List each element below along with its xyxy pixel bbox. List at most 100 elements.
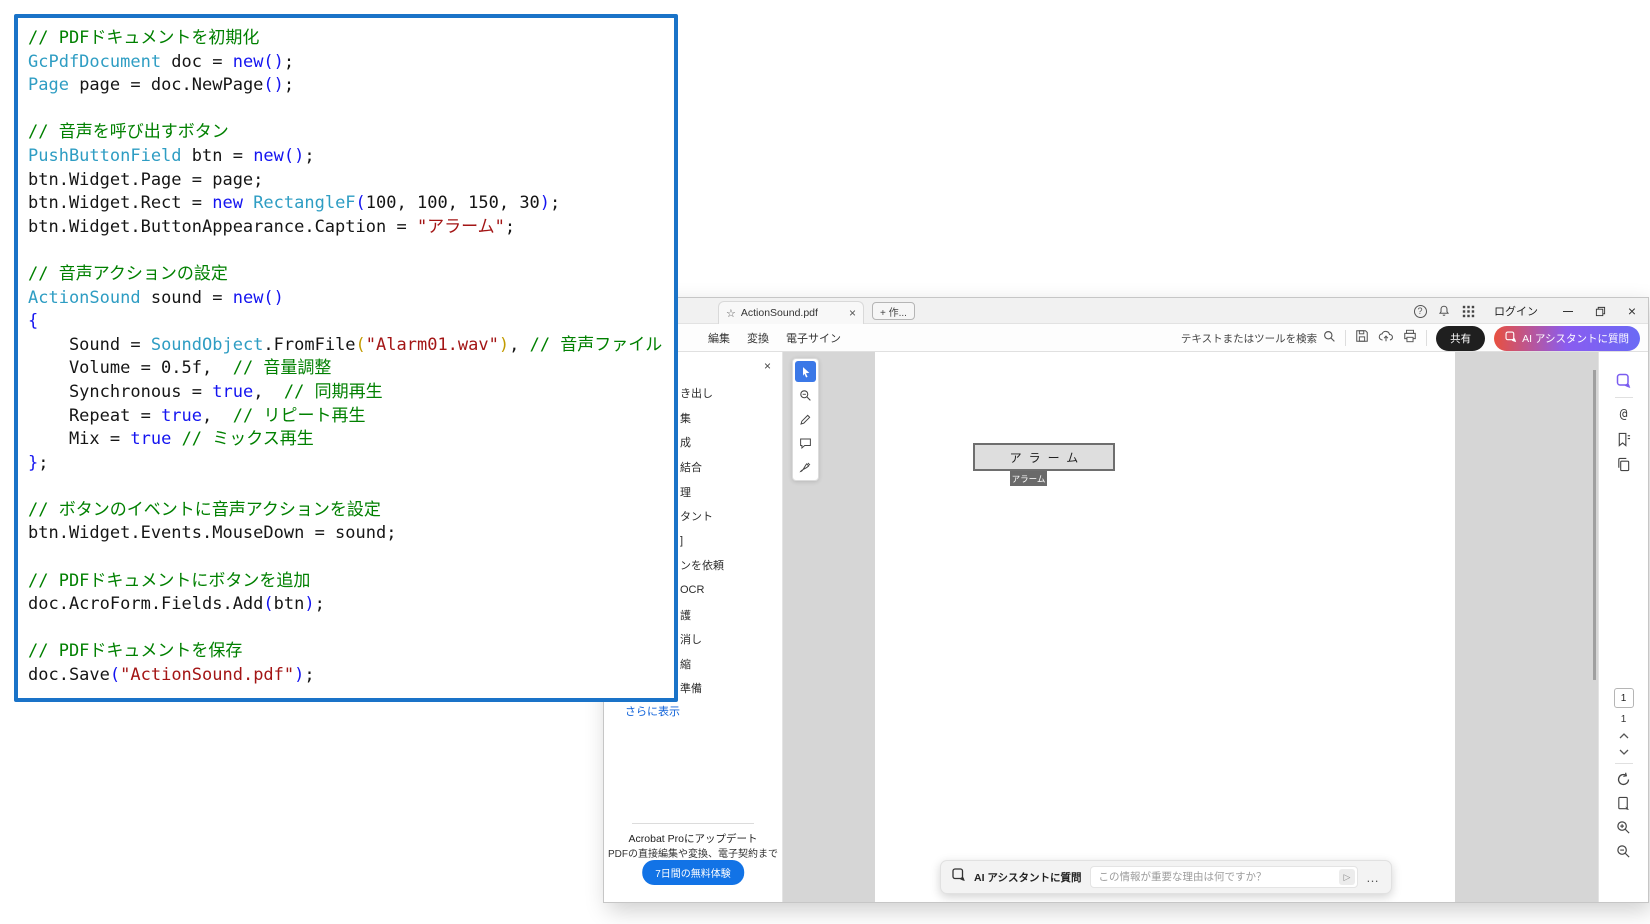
login-button[interactable]: ログイン — [1480, 303, 1552, 319]
code-line: PushButtonField btn = new(); — [28, 145, 670, 169]
window-body: × き出し集成結合理タント]ンを依頼OCR護消し縮準備 さらに表示 Acroba… — [604, 352, 1648, 902]
pen-tool[interactable] — [795, 409, 816, 430]
print-icon[interactable] — [1403, 329, 1417, 348]
page-thumbnails-icon[interactable] — [1615, 455, 1633, 473]
free-trial-button[interactable]: 7日間の無料体験 — [642, 860, 744, 885]
restore-button[interactable] — [1584, 298, 1616, 324]
code-line: Sound = SoundObject.FromFile("Alarm01.wa… — [28, 334, 670, 358]
tool-item[interactable]: 護 — [680, 602, 780, 627]
tool-item[interactable]: 結合 — [680, 455, 780, 480]
tool-item[interactable]: ] — [680, 529, 780, 554]
search-label: テキストまたはツールを検索 — [1181, 331, 1317, 346]
pdf-alarm-button[interactable]: アラーム — [973, 443, 1115, 471]
ai-sparkle-icon — [1505, 331, 1517, 346]
ai-assistant-button[interactable]: AI アシスタントに質問 — [1494, 326, 1640, 351]
search-icon — [1323, 330, 1336, 346]
notifications-bell-icon[interactable] — [1432, 298, 1456, 324]
bookmarks-icon[interactable] — [1615, 430, 1633, 448]
divider — [1345, 330, 1346, 346]
code-line: btn.Widget.Page = page; — [28, 169, 670, 193]
minimize-button[interactable] — [1552, 298, 1584, 324]
upsell-subtitle: PDFの直接編集や変換、電子契約まで — [604, 845, 782, 860]
code-line: Page page = doc.NewPage(); — [28, 74, 670, 98]
save-icon[interactable] — [1355, 329, 1369, 348]
star-icon[interactable]: ☆ — [726, 307, 736, 320]
help-icon[interactable]: ? — [1408, 298, 1432, 324]
rail-top-group: @ — [1599, 372, 1648, 473]
page-export-icon[interactable] — [1615, 794, 1633, 812]
tool-item[interactable]: タント — [680, 504, 780, 529]
next-page-icon[interactable] — [1615, 747, 1633, 757]
menu-item-0[interactable]: 編集 — [708, 330, 730, 346]
code-line — [28, 239, 670, 263]
desktop: ☆ ActionSound.pdf × + 作... ? ログイン × — [0, 0, 1650, 924]
code-line: btn.Widget.Rect = new RectangleF(100, 10… — [28, 192, 670, 216]
code-snippet-overlay: // PDFドキュメントを初期化GcPdfDocument doc = new(… — [14, 14, 678, 702]
ai-assistant-panel-icon[interactable] — [1615, 372, 1633, 390]
code-line: btn.Widget.Events.MouseDown = sound; — [28, 522, 670, 546]
ai-assistant-bar: AI アシスタントに質問 ▷ … — [940, 860, 1392, 894]
tool-item[interactable]: 集 — [680, 406, 780, 431]
zoom-tool[interactable] — [795, 385, 816, 406]
previous-page-icon[interactable] — [1615, 731, 1633, 741]
tool-item[interactable]: ンを依頼 — [680, 553, 780, 578]
document-area: アラーム アラーム — [783, 352, 1598, 902]
code-line: Synchronous = true, // 同期再生 — [28, 381, 670, 405]
vertical-scrollbar[interactable] — [1593, 370, 1596, 680]
ai-bar-more-button[interactable]: … — [1366, 870, 1380, 885]
show-more-link[interactable]: さらに表示 — [625, 703, 680, 719]
menu-item-1[interactable]: 変換 — [747, 330, 769, 346]
code-line — [28, 617, 670, 641]
tool-item[interactable]: 成 — [680, 430, 780, 455]
code-line: }; — [28, 452, 670, 476]
tool-item[interactable]: 縮 — [680, 652, 780, 677]
tab-title: ActionSound.pdf — [741, 307, 818, 319]
tool-item[interactable]: き出し — [680, 381, 780, 406]
close-button[interactable]: × — [1616, 298, 1648, 324]
zoom-out-icon[interactable] — [1615, 842, 1633, 860]
divider — [632, 823, 754, 824]
rail-bottom-group: 1 1 — [1599, 688, 1648, 860]
document-tab[interactable]: ☆ ActionSound.pdf × — [718, 301, 864, 324]
new-tab-button[interactable]: + 作... — [872, 302, 915, 320]
ai-bar-label: AI アシスタントに質問 — [974, 870, 1082, 885]
select-tool[interactable] — [795, 361, 816, 382]
comments-icon[interactable]: @ — [1615, 405, 1633, 423]
code-line — [28, 98, 670, 122]
panel-close-icon[interactable]: × — [764, 360, 771, 372]
tool-item[interactable]: 理 — [680, 479, 780, 504]
divider — [1615, 763, 1633, 764]
pdf-button-tooltip: アラーム — [1010, 471, 1047, 486]
code-line: // 音声アクションの設定 — [28, 263, 670, 287]
code-line: ActionSound sound = new() — [28, 287, 670, 311]
tool-item[interactable]: 準備 — [680, 676, 780, 701]
code-line: // 音声を呼び出すボタン — [28, 121, 670, 145]
upsell-title: Acrobat Proにアップデート — [604, 831, 782, 846]
tool-item[interactable]: OCR — [680, 578, 780, 603]
ai-question-input[interactable] — [1090, 866, 1359, 888]
code-line: Repeat = true, // リピート再生 — [28, 405, 670, 429]
rotate-refresh-icon[interactable] — [1615, 770, 1633, 788]
tool-item[interactable]: 消し — [680, 627, 780, 652]
code-line: // PDFドキュメントにボタンを追加 — [28, 570, 670, 594]
fill-sign-tool[interactable] — [795, 457, 816, 478]
menu-item-2[interactable]: 電子サイン — [786, 330, 841, 346]
acrobat-window: ☆ ActionSound.pdf × + 作... ? ログイン × — [604, 298, 1648, 902]
comment-tool[interactable] — [795, 433, 816, 454]
toolbar: 編集 変換 電子サイン テキストまたはツールを検索 — [604, 324, 1648, 352]
menu-bar: 編集 変換 電子サイン — [708, 324, 841, 352]
pdf-page: アラーム アラーム — [875, 352, 1455, 902]
tab-close-icon[interactable]: × — [849, 307, 856, 319]
divider — [1615, 397, 1633, 398]
page-number-input[interactable]: 1 — [1614, 688, 1634, 708]
toolbar-right: テキストまたはツールを検索 共有 — [1181, 324, 1640, 352]
apps-grid-icon[interactable] — [1456, 298, 1480, 324]
search-tools[interactable]: テキストまたはツールを検索 — [1181, 330, 1336, 346]
cloud-upload-icon[interactable] — [1378, 329, 1394, 348]
code-line: // PDFドキュメントを保存 — [28, 640, 670, 664]
code-lines: // PDFドキュメントを初期化GcPdfDocument doc = new(… — [28, 27, 670, 688]
zoom-in-icon[interactable] — [1615, 818, 1633, 836]
code-line: { — [28, 310, 670, 334]
share-button[interactable]: 共有 — [1436, 326, 1485, 351]
send-icon[interactable]: ▷ — [1339, 869, 1355, 885]
